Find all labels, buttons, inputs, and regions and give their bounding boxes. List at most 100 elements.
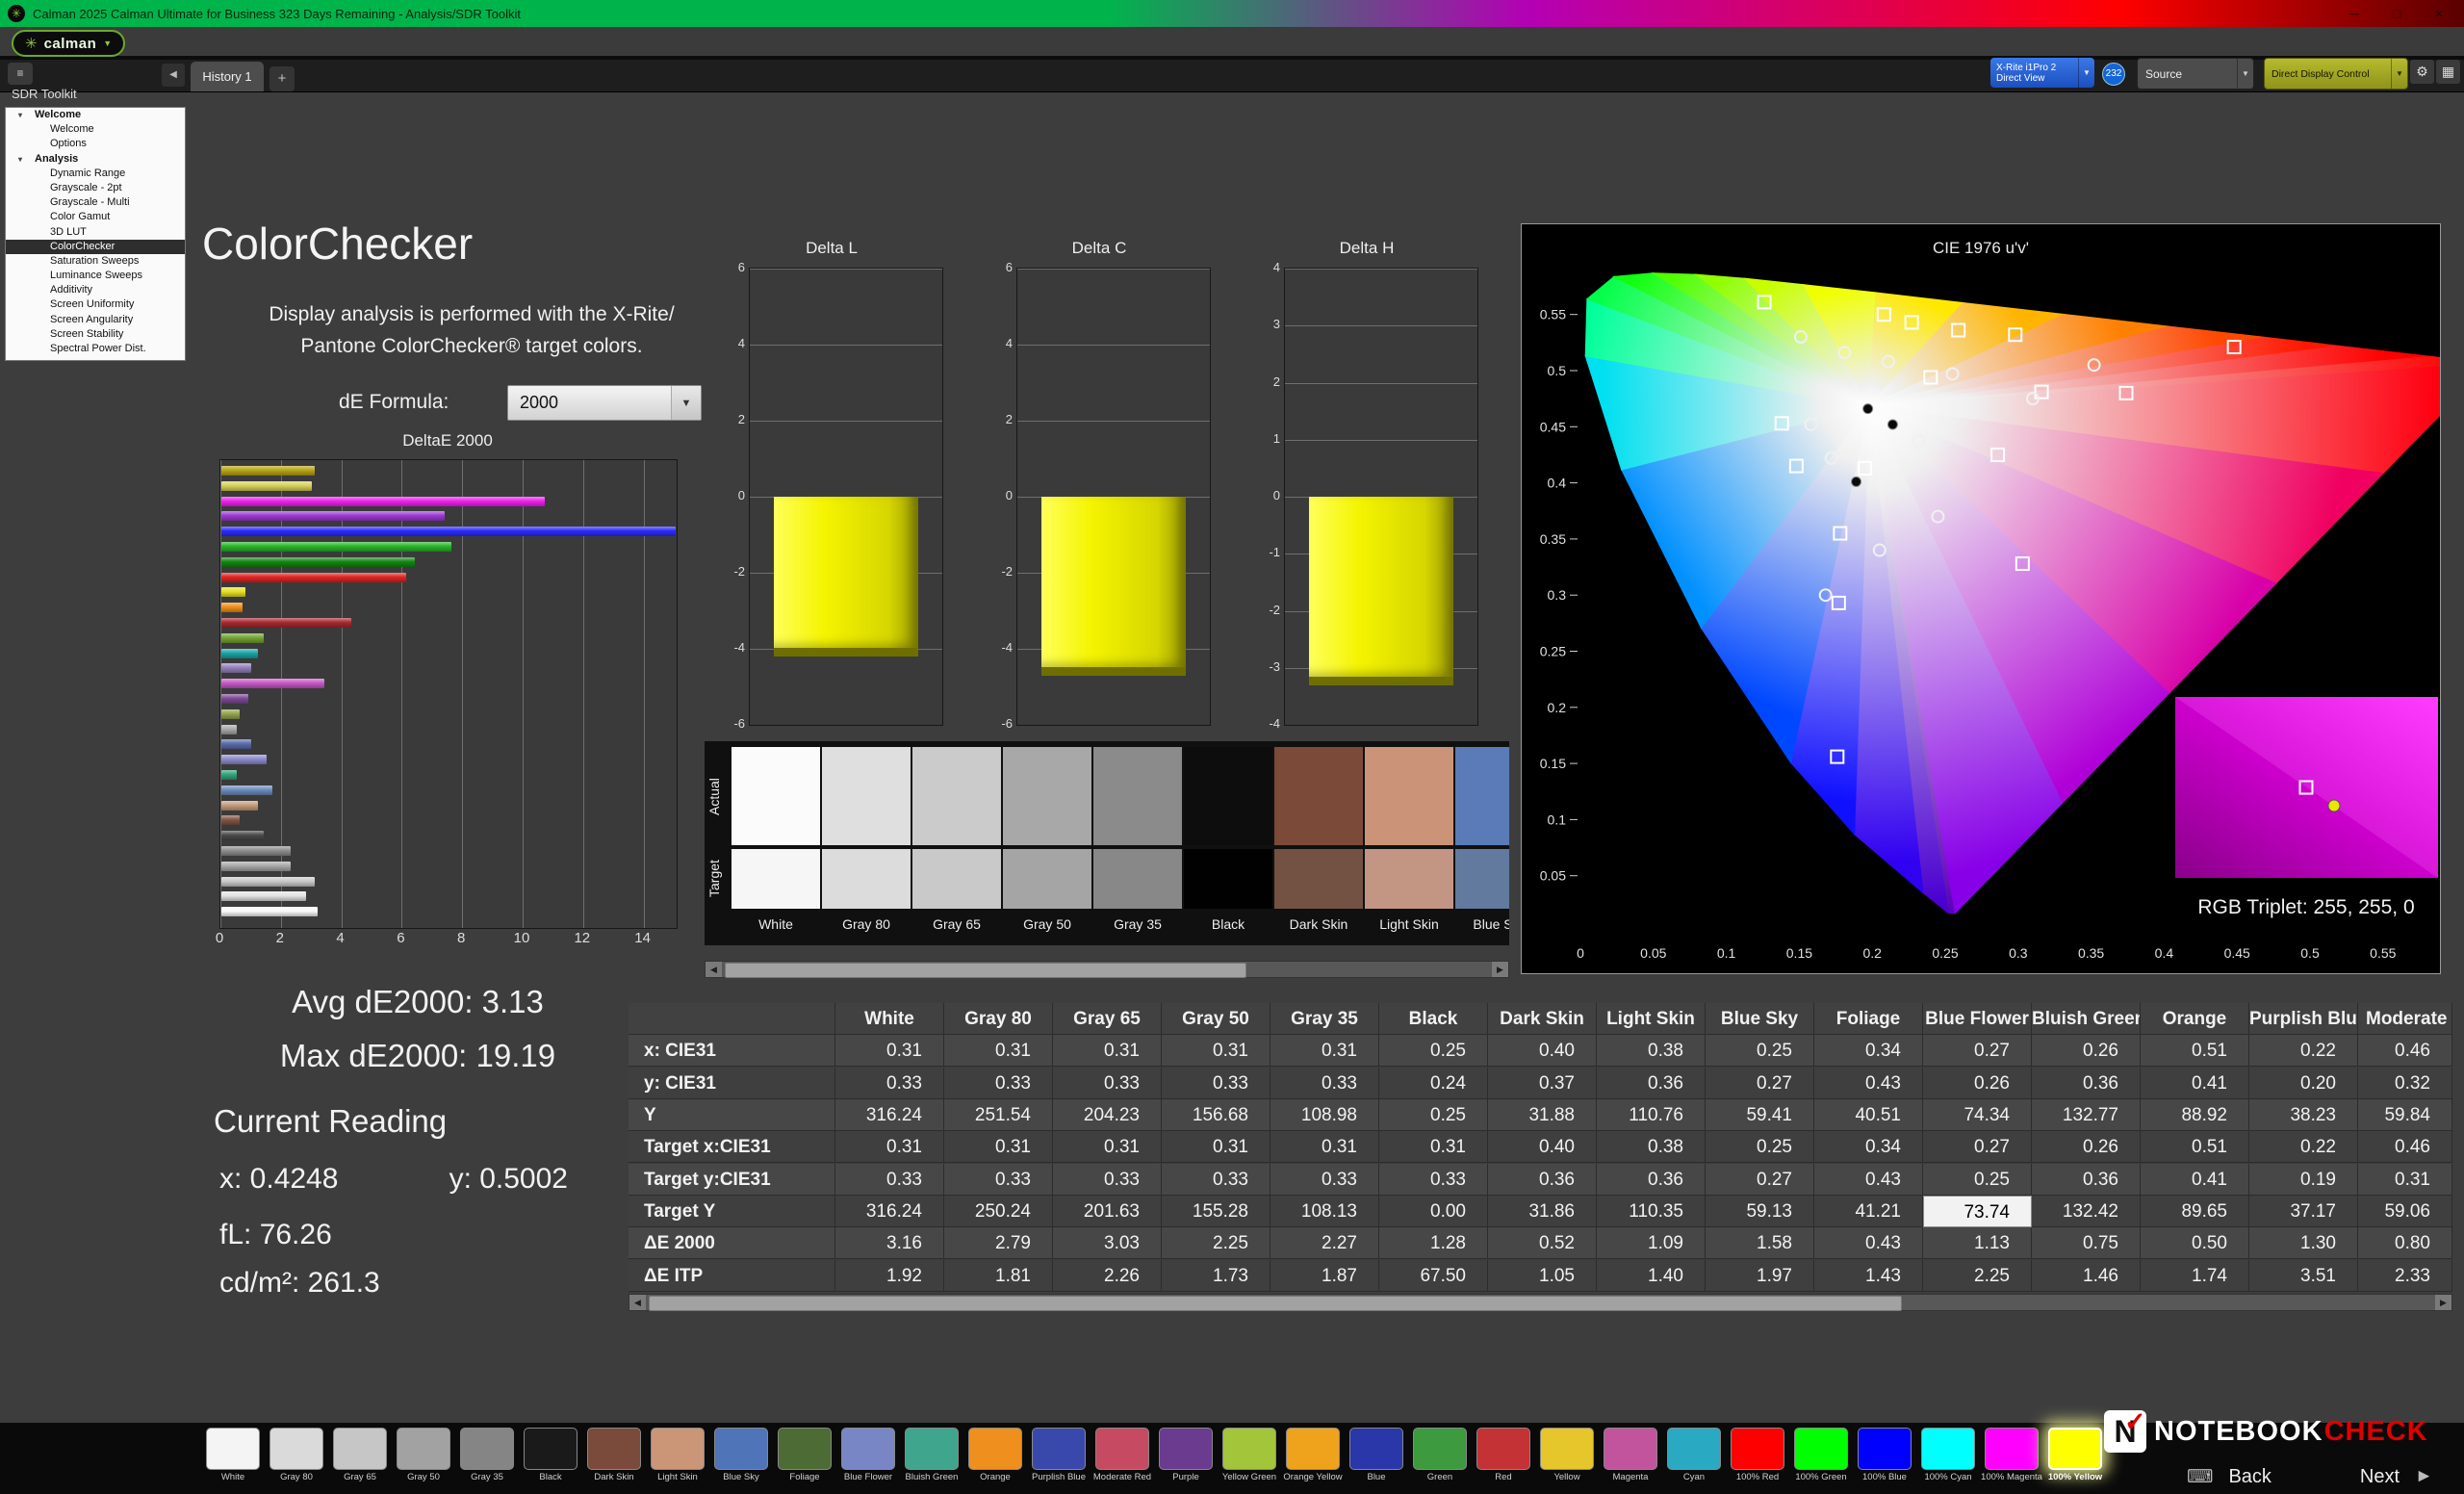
settings-gear-button[interactable]: ⚙ bbox=[2410, 60, 2434, 84]
panel-toggle-button[interactable]: ≡ bbox=[8, 63, 33, 85]
patch-button-light-skin[interactable]: Light Skin bbox=[646, 1428, 709, 1482]
patch-button-100-yellow[interactable]: 100% Yellow bbox=[2043, 1428, 2107, 1482]
table-value: 31.86 bbox=[1488, 1196, 1597, 1227]
sidebar-item-welcome[interactable]: Welcome bbox=[6, 122, 185, 137]
patch-button-red[interactable]: Red bbox=[1472, 1428, 1535, 1482]
patch-button-cyan[interactable]: Cyan bbox=[1662, 1428, 1726, 1482]
scrollbar-thumb[interactable] bbox=[725, 963, 1246, 978]
patch-button-gray-35[interactable]: Gray 35 bbox=[455, 1428, 519, 1482]
patch-button-purple[interactable]: Purple bbox=[1154, 1428, 1218, 1482]
patch-label: Gray 35 bbox=[455, 1473, 519, 1482]
table-value: 1.81 bbox=[944, 1260, 1053, 1292]
de-formula-select[interactable]: 2000 ▼ bbox=[507, 385, 702, 421]
patch-button-green[interactable]: Green bbox=[1408, 1428, 1472, 1482]
patch-swatch bbox=[2048, 1428, 2102, 1470]
sidebar-item-spectral-power-dist[interactable]: Spectral Power Dist. bbox=[6, 342, 185, 356]
sidebar-item-grayscale-2pt[interactable]: Grayscale - 2pt bbox=[6, 181, 185, 195]
patch-button-orange-yellow[interactable]: Orange Yellow bbox=[1281, 1428, 1345, 1482]
sidebar-item-welcome[interactable]: ▾Welcome bbox=[6, 108, 185, 122]
patch-button-gray-65[interactable]: Gray 65 bbox=[328, 1428, 392, 1482]
tab-history-1[interactable]: History 1 bbox=[191, 62, 264, 91]
patch-button-orange[interactable]: Orange bbox=[963, 1428, 1027, 1482]
brand-menu-button[interactable]: ✳ calman ▼ bbox=[12, 30, 125, 57]
table-value: 41.21 bbox=[1814, 1196, 1923, 1227]
display-control-dropdown[interactable]: Direct Display Control ▼ bbox=[2264, 58, 2408, 90]
scrollbar-thumb[interactable] bbox=[649, 1296, 1902, 1311]
sidebar-item-screen-uniformity[interactable]: Screen Uniformity bbox=[6, 297, 185, 312]
patch-button-100-magenta[interactable]: 100% Magenta bbox=[1980, 1428, 2043, 1482]
close-button[interactable]: × bbox=[2418, 0, 2460, 27]
gridline bbox=[1285, 725, 1477, 726]
maximize-button[interactable]: □ bbox=[2375, 0, 2418, 27]
patch-swatch bbox=[1286, 1428, 1340, 1470]
column-header-gray-80: Gray 80 bbox=[944, 1003, 1053, 1035]
sidebar-item-color-gamut[interactable]: Color Gamut bbox=[6, 210, 185, 224]
table-scrollbar[interactable]: ◀ ▶ bbox=[629, 1294, 2452, 1311]
table-value: 0.33 bbox=[1162, 1068, 1270, 1099]
window-titlebar: ✳ Calman 2025 Calman Ultimate for Busine… bbox=[0, 0, 2464, 27]
expand-arrow-icon[interactable]: ▾ bbox=[18, 108, 22, 122]
add-tab-button[interactable]: + bbox=[270, 66, 295, 91]
patch-swatch bbox=[1349, 1428, 1403, 1470]
patch-button-blue-sky[interactable]: Blue Sky bbox=[709, 1428, 773, 1482]
sidebar-item-3d-lut[interactable]: 3D LUT bbox=[6, 225, 185, 240]
patch-button-black[interactable]: Black bbox=[519, 1428, 582, 1482]
next-button[interactable]: Next bbox=[2360, 1466, 2400, 1488]
scroll-right-icon[interactable]: ▶ bbox=[2435, 1295, 2451, 1310]
patch-button-gray-80[interactable]: Gray 80 bbox=[265, 1428, 328, 1482]
source-dropdown[interactable]: Source ▼ bbox=[2137, 58, 2254, 90]
minimize-button[interactable]: ─ bbox=[2333, 0, 2375, 27]
collapse-sidebar-button[interactable]: ◀ bbox=[162, 64, 185, 87]
patch-button-blue[interactable]: Blue bbox=[1345, 1428, 1408, 1482]
swatch-label: Gray 80 bbox=[822, 916, 911, 932]
sidebar-item-additivity[interactable]: Additivity bbox=[6, 283, 185, 297]
patch-button-purplish-blue[interactable]: Purplish Blue bbox=[1027, 1428, 1091, 1482]
sidebar-item-options[interactable]: Options bbox=[6, 137, 185, 151]
meter-dropdown[interactable]: X-Rite i1Pro 2Direct View ▼ bbox=[1990, 58, 2094, 88]
sidebar-item-colorchecker[interactable]: ColorChecker bbox=[6, 240, 185, 254]
patch-button-magenta[interactable]: Magenta bbox=[1599, 1428, 1662, 1482]
table-value: 0.25 bbox=[1379, 1035, 1488, 1067]
patch-button-yellow[interactable]: Yellow bbox=[1535, 1428, 1599, 1482]
patch-button-blue-flower[interactable]: Blue Flower bbox=[836, 1428, 900, 1482]
scroll-left-icon[interactable]: ◀ bbox=[629, 1295, 646, 1310]
sidebar-item-grayscale-multi[interactable]: Grayscale - Multi bbox=[6, 195, 185, 210]
patch-button-100-green[interactable]: 100% Green bbox=[1789, 1428, 1853, 1482]
deltae-bar bbox=[221, 497, 545, 506]
patch-button-moderate-red[interactable]: Moderate Red bbox=[1091, 1428, 1154, 1482]
back-button[interactable]: Back bbox=[2228, 1466, 2271, 1488]
target-swatch bbox=[912, 849, 1001, 909]
patch-button-yellow-green[interactable]: Yellow Green bbox=[1218, 1428, 1281, 1482]
patch-button-100-red[interactable]: 100% Red bbox=[1726, 1428, 1789, 1482]
patch-button-gray-50[interactable]: Gray 50 bbox=[392, 1428, 455, 1482]
scroll-left-icon[interactable]: ◀ bbox=[706, 962, 722, 977]
table-value: 0.31 bbox=[1379, 1131, 1488, 1163]
scroll-right-icon[interactable]: ▶ bbox=[1492, 962, 1508, 977]
patch-button-100-cyan[interactable]: 100% Cyan bbox=[1916, 1428, 1980, 1482]
sidebar-item-screen-angularity[interactable]: Screen Angularity bbox=[6, 313, 185, 327]
sidebar-item-saturation-sweeps[interactable]: Saturation Sweeps bbox=[6, 254, 185, 269]
table-value: 0.25 bbox=[1923, 1164, 2032, 1196]
sidebar-item-screen-stability[interactable]: Screen Stability bbox=[6, 327, 185, 342]
patch-button-white[interactable]: White bbox=[201, 1428, 265, 1482]
selected-cell[interactable]: 73.74 bbox=[1923, 1196, 2032, 1227]
workspace-layout-button[interactable]: ▦ bbox=[2436, 60, 2460, 84]
table-value: 0.33 bbox=[1053, 1068, 1162, 1099]
sidebar-item-analysis[interactable]: ▾Analysis bbox=[6, 152, 185, 167]
patch-label: Red bbox=[1472, 1473, 1535, 1482]
delta-bar bbox=[1309, 497, 1453, 685]
patch-button-100-blue[interactable]: 100% Blue bbox=[1853, 1428, 1916, 1482]
patch-button-foliage[interactable]: Foliage bbox=[773, 1428, 836, 1482]
sidebar-item-luminance-sweeps[interactable]: Luminance Sweeps bbox=[6, 269, 185, 283]
table-value: 0.33 bbox=[944, 1164, 1053, 1196]
patch-swatch bbox=[651, 1428, 705, 1470]
sidebar-item-dynamic-range[interactable]: Dynamic Range bbox=[6, 167, 185, 181]
reference-dot bbox=[1852, 477, 1861, 486]
column-header-white: White bbox=[835, 1003, 944, 1035]
patch-button-dark-skin[interactable]: Dark Skin bbox=[582, 1428, 646, 1482]
patch-button-bluish-green[interactable]: Bluish Green bbox=[900, 1428, 963, 1482]
expand-arrow-icon[interactable]: ▾ bbox=[18, 152, 22, 167]
patch-swatch bbox=[1794, 1428, 1848, 1470]
swatch-scrollbar[interactable]: ◀ ▶ bbox=[705, 961, 1509, 978]
inset-measured-dot bbox=[2328, 800, 2340, 811]
